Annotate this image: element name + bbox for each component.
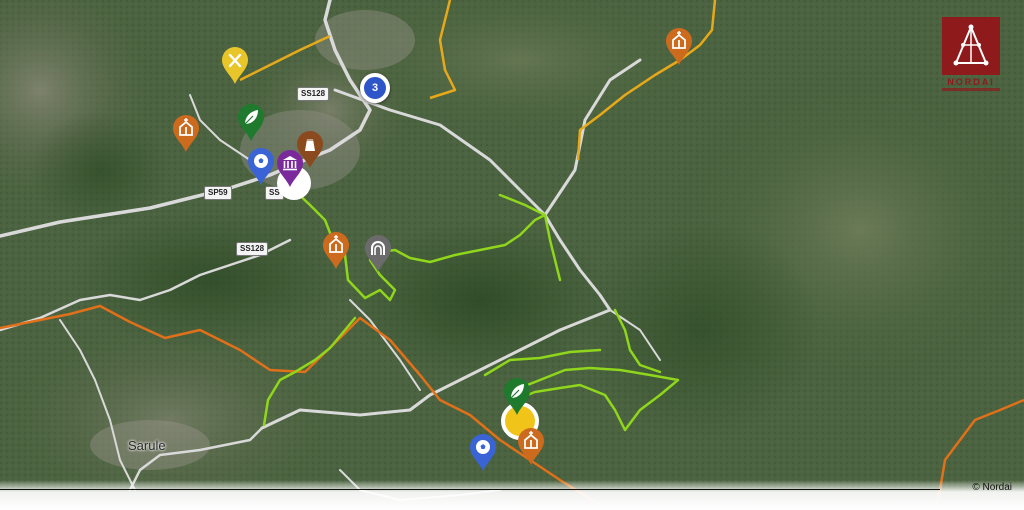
attribution-divider [0, 489, 940, 490]
sport-pin-south[interactable] [469, 434, 497, 472]
cutlery-icon [222, 47, 248, 84]
restaurant-pin[interactable] [221, 47, 249, 85]
soccer-ball-icon [248, 148, 274, 185]
nature-pin-north[interactable] [237, 104, 265, 142]
church-pin-south[interactable] [517, 428, 545, 466]
cluster-marker[interactable]: 3 [360, 73, 390, 103]
attribution-fade [0, 480, 1024, 510]
cave-icon [365, 235, 391, 272]
soccer-ball-icon [470, 434, 496, 471]
church-pin-central[interactable] [322, 232, 350, 270]
road-shield-ss128-north: SS128 [297, 87, 330, 101]
logo-name: NORDAI [947, 77, 995, 87]
church-pin-northeast[interactable] [665, 28, 693, 66]
church-icon [518, 428, 544, 465]
nordai-logo: NORDAI [940, 17, 1002, 95]
nature-pin-south[interactable] [503, 378, 531, 416]
church-icon [173, 115, 199, 152]
map-view[interactable]: Sarule SS128 SP59 SS SS128 3 NORDAI © No… [0, 0, 1024, 510]
leaf-icon [238, 104, 264, 141]
road-shield-sp59: SP59 [204, 186, 232, 200]
logo-mark [942, 17, 1000, 75]
church-icon [323, 232, 349, 269]
church-pin-northwest[interactable] [172, 115, 200, 153]
place-label-sarule: Sarule [128, 438, 166, 453]
museum-icon [277, 150, 303, 187]
leaf-icon [504, 378, 530, 415]
logo-underline [942, 88, 1000, 91]
museum-pin[interactable] [276, 150, 304, 188]
church-icon [666, 28, 692, 65]
road-shield-ss128-south: SS128 [236, 242, 269, 256]
sport-pin-north[interactable] [247, 148, 275, 186]
attribution-text: © Nordai [972, 482, 1012, 493]
cave-pin[interactable] [364, 235, 392, 273]
